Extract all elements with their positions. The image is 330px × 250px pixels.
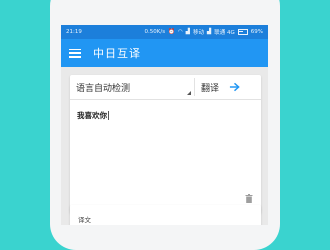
signal-icon: ▟ bbox=[185, 29, 190, 35]
translation-input-card: 语言自动检测 翻译 我喜欢你 bbox=[70, 75, 261, 213]
status-time: 21:19 bbox=[66, 29, 82, 35]
translate-button-label: 翻译 bbox=[201, 83, 220, 94]
source-text-input[interactable]: 我喜欢你 bbox=[77, 110, 109, 121]
text-cursor bbox=[108, 111, 109, 120]
translate-button[interactable]: 翻译 bbox=[195, 75, 261, 99]
signal-icon: ▟ bbox=[207, 29, 212, 35]
dropdown-caret-icon bbox=[187, 91, 191, 95]
arrow-right-icon bbox=[229, 82, 240, 92]
wifi-icon: ◠ bbox=[177, 29, 183, 35]
source-language-label: 语言自动检测 bbox=[76, 83, 131, 94]
trash-icon[interactable] bbox=[245, 194, 253, 203]
language-row: 语言自动检测 翻译 bbox=[70, 75, 261, 100]
carrier-1: 移动 bbox=[193, 30, 205, 36]
battery-level: 69% bbox=[250, 29, 263, 35]
status-bar: 21:19 0.50K/s ⏰ ◠ ▟ 移动 ▟ 联通 4G 69% bbox=[61, 25, 268, 39]
app-bar: 中日互译 bbox=[61, 39, 268, 67]
app-title: 中日互译 bbox=[93, 47, 141, 60]
app-screen: 21:19 0.50K/s ⏰ ◠ ▟ 移动 ▟ 联通 4G 69% 中日互译 … bbox=[61, 25, 268, 225]
translation-result-card: 译文 bbox=[70, 205, 261, 225]
alarm-icon: ⏰ bbox=[168, 29, 175, 35]
result-label: 译文 bbox=[78, 216, 91, 224]
source-language-select[interactable]: 语言自动检测 bbox=[70, 75, 194, 99]
source-text: 我喜欢你 bbox=[77, 111, 107, 120]
carrier-2: 联通 4G bbox=[214, 30, 235, 36]
status-indicators: 0.50K/s ⏰ ◠ ▟ 移动 ▟ 联通 4G 69% bbox=[145, 28, 263, 36]
network-speed: 0.50K/s bbox=[144, 29, 166, 35]
battery-icon bbox=[237, 29, 248, 35]
menu-icon[interactable] bbox=[69, 48, 81, 58]
